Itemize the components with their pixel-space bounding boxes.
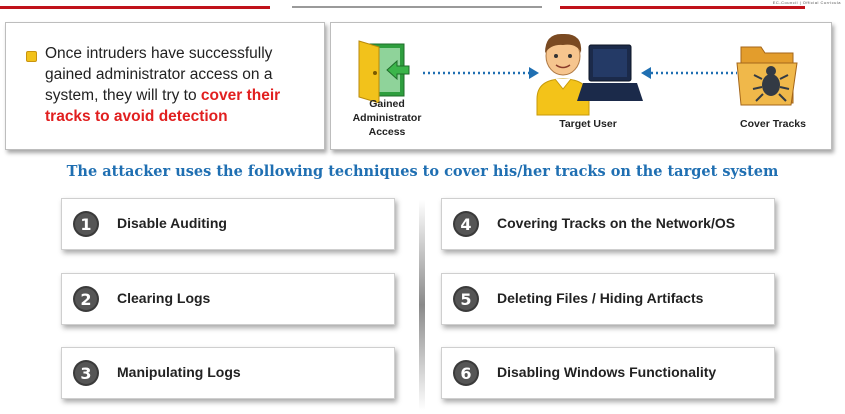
diagram-box: Gained Administrator Access Target User … bbox=[330, 22, 832, 150]
arrow-admin-to-user bbox=[423, 67, 539, 79]
number-6-icon: 6 bbox=[453, 360, 479, 386]
column-divider bbox=[419, 200, 425, 410]
number-1-icon: 1 bbox=[73, 211, 99, 237]
technique-card-1: 1 Disable Auditing bbox=[61, 198, 395, 250]
svg-text:6: 6 bbox=[460, 364, 471, 383]
svg-text:5: 5 bbox=[460, 290, 471, 309]
header-red-line-left bbox=[0, 6, 270, 9]
number-4-icon: 4 bbox=[453, 211, 479, 237]
bullet-icon bbox=[26, 51, 37, 62]
technique-card-6: 6 Disabling Windows Functionality bbox=[441, 347, 775, 399]
svg-text:4: 4 bbox=[460, 215, 471, 234]
technique-card-4: 4 Covering Tracks on the Network/OS bbox=[441, 198, 775, 250]
header-red-line-right bbox=[560, 6, 805, 9]
header-logo-text: EC-Council | Official Curricula bbox=[772, 0, 841, 5]
header-gray-line bbox=[292, 6, 542, 8]
number-2-icon: 2 bbox=[73, 286, 99, 312]
intro-text: Once intruders have successfully gained … bbox=[45, 43, 315, 127]
technique-card-2: 2 Clearing Logs bbox=[61, 273, 395, 325]
svg-text:2: 2 bbox=[80, 290, 91, 309]
folder-bug-icon bbox=[736, 46, 798, 106]
admin-label-line3: Access bbox=[368, 126, 406, 138]
svg-text:1: 1 bbox=[80, 215, 91, 234]
laptop-icon bbox=[577, 44, 643, 101]
technique-label-4: Covering Tracks on the Network/OS bbox=[497, 215, 736, 231]
technique-label-6: Disabling Windows Functionality bbox=[497, 364, 717, 380]
technique-card-3: 3 Manipulating Logs bbox=[61, 347, 395, 399]
top-header-bar: EC-Council | Official Curricula bbox=[0, 0, 845, 14]
admin-access-label: Gained Administrator Access bbox=[349, 97, 425, 139]
svg-text:3: 3 bbox=[80, 364, 91, 383]
intro-box: Once intruders have successfully gained … bbox=[5, 22, 325, 150]
target-user-icon bbox=[536, 33, 590, 116]
admin-label-line2: Administrator bbox=[352, 112, 422, 124]
techniques-heading: The attacker uses the following techniqu… bbox=[66, 163, 779, 180]
number-3-icon: 3 bbox=[73, 360, 99, 386]
target-user-label: Target User bbox=[559, 118, 617, 130]
door-icon bbox=[358, 40, 410, 104]
technique-label-3: Manipulating Logs bbox=[117, 364, 241, 380]
technique-card-5: 5 Deleting Files / Hiding Artifacts bbox=[441, 273, 775, 325]
number-5-icon: 5 bbox=[453, 286, 479, 312]
admin-label-line1: Gained bbox=[369, 98, 405, 110]
cover-tracks-label: Cover Tracks bbox=[740, 118, 806, 130]
technique-label-1: Disable Auditing bbox=[117, 215, 227, 231]
technique-label-5: Deleting Files / Hiding Artifacts bbox=[497, 290, 704, 306]
technique-label-2: Clearing Logs bbox=[117, 290, 211, 306]
arrow-cover-to-user bbox=[641, 67, 737, 79]
